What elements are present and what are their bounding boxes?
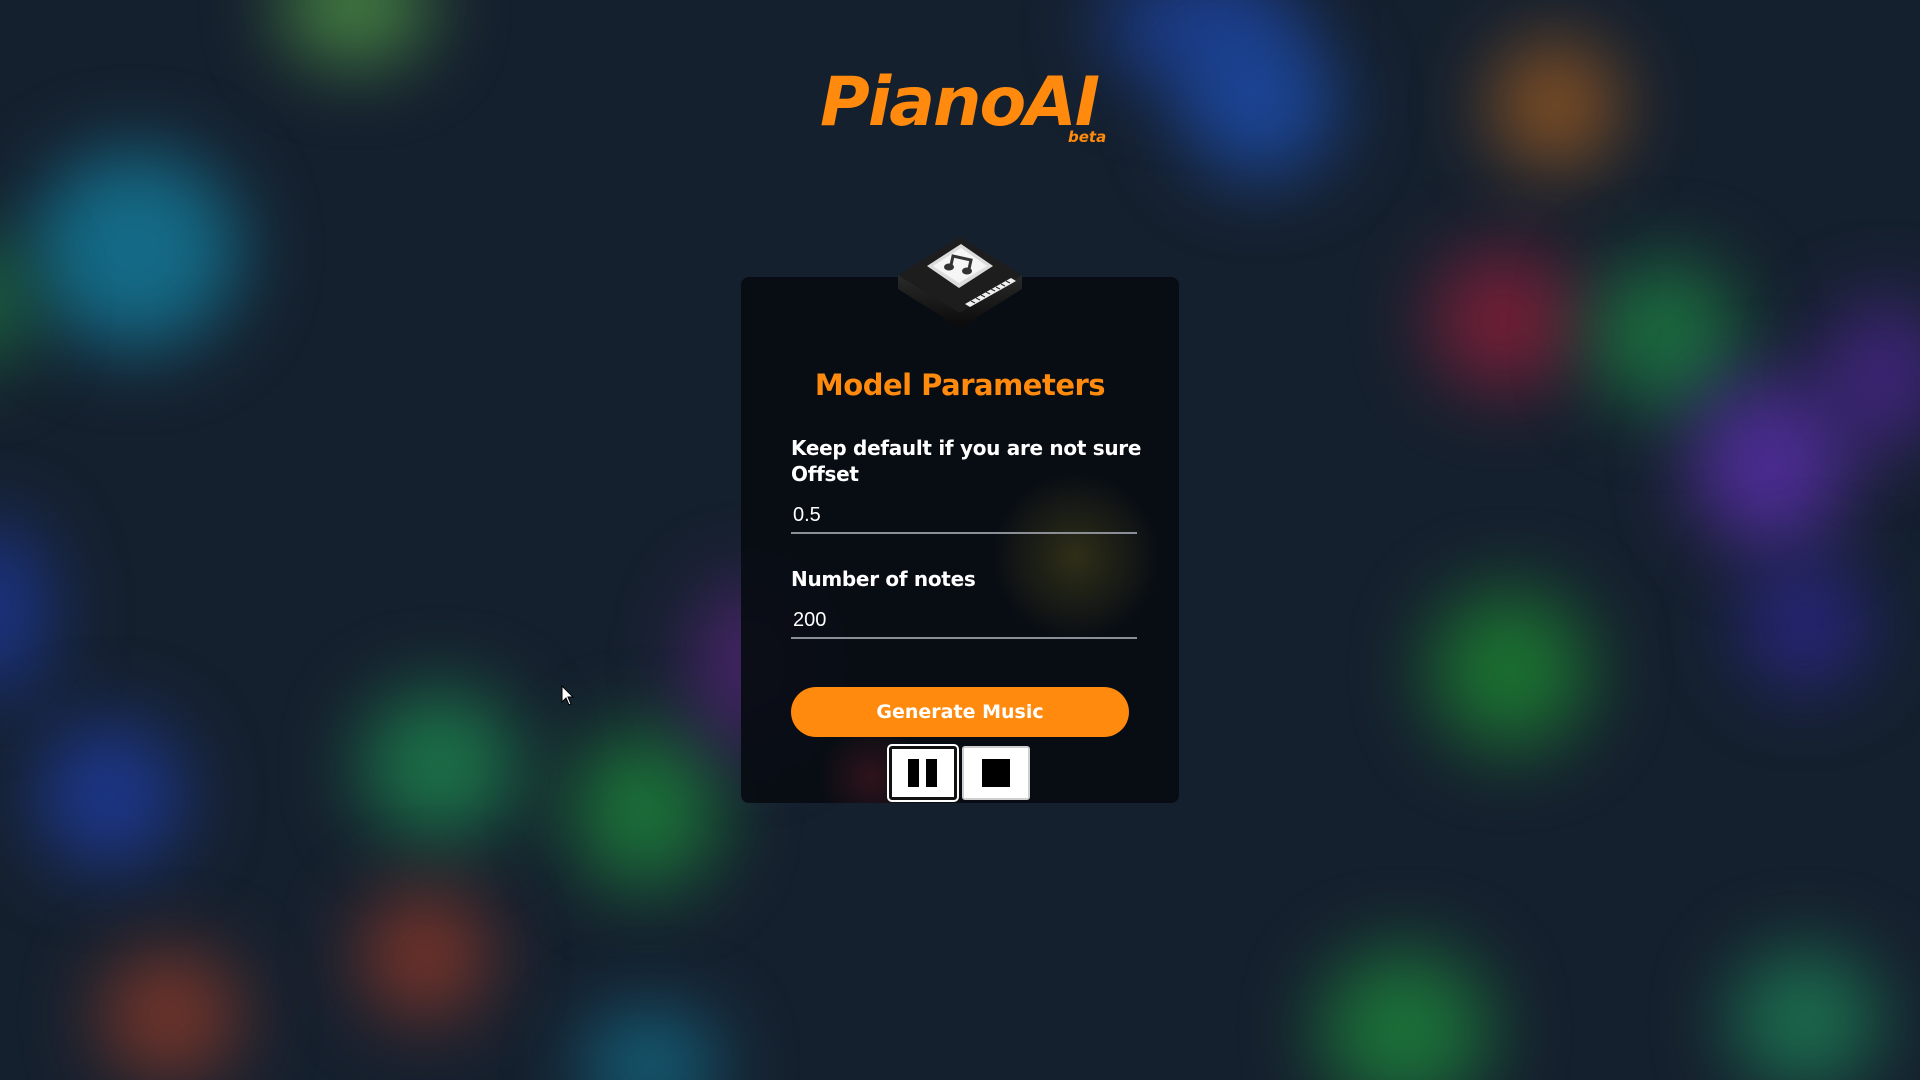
bokeh-light <box>1430 250 1580 390</box>
bokeh-light <box>1730 950 1880 1080</box>
bokeh-light <box>30 150 240 350</box>
bokeh-light <box>1430 590 1590 750</box>
bokeh-light <box>0 240 30 370</box>
bokeh-light <box>1740 560 1870 690</box>
bokeh-light <box>1320 950 1490 1080</box>
notes-input[interactable] <box>791 603 1137 639</box>
card-title: Model Parameters <box>814 368 1106 402</box>
bokeh-light <box>360 890 490 1020</box>
pause-button[interactable] <box>887 744 959 802</box>
logo-text: PianoAI <box>820 63 1100 142</box>
pause-icon <box>908 759 919 787</box>
offset-label: Offset <box>791 462 859 486</box>
bokeh-light <box>580 1010 720 1080</box>
bokeh-light <box>570 730 720 890</box>
bokeh-light <box>280 0 430 65</box>
pause-icon-bar <box>926 759 937 787</box>
stop-icon <box>982 759 1010 787</box>
bokeh-light <box>35 720 185 870</box>
beta-badge: beta <box>1068 128 1107 146</box>
piano-music-chip-icon <box>898 237 1022 328</box>
bokeh-light <box>360 690 520 840</box>
hint-label: Keep default if you are not sure <box>791 436 1142 460</box>
notes-label: Number of notes <box>791 567 976 591</box>
bokeh-light <box>0 520 50 700</box>
stop-button[interactable] <box>962 746 1030 800</box>
generate-music-button[interactable]: Generate Music <box>791 687 1129 737</box>
bokeh-light <box>100 950 240 1080</box>
model-parameters-card: Model Parameters Keep default if you are… <box>741 277 1179 803</box>
app-logo: PianoAI beta <box>0 62 1920 162</box>
offset-input[interactable] <box>791 498 1137 534</box>
bokeh-light <box>1590 260 1740 410</box>
mouse-cursor-icon <box>561 685 575 706</box>
